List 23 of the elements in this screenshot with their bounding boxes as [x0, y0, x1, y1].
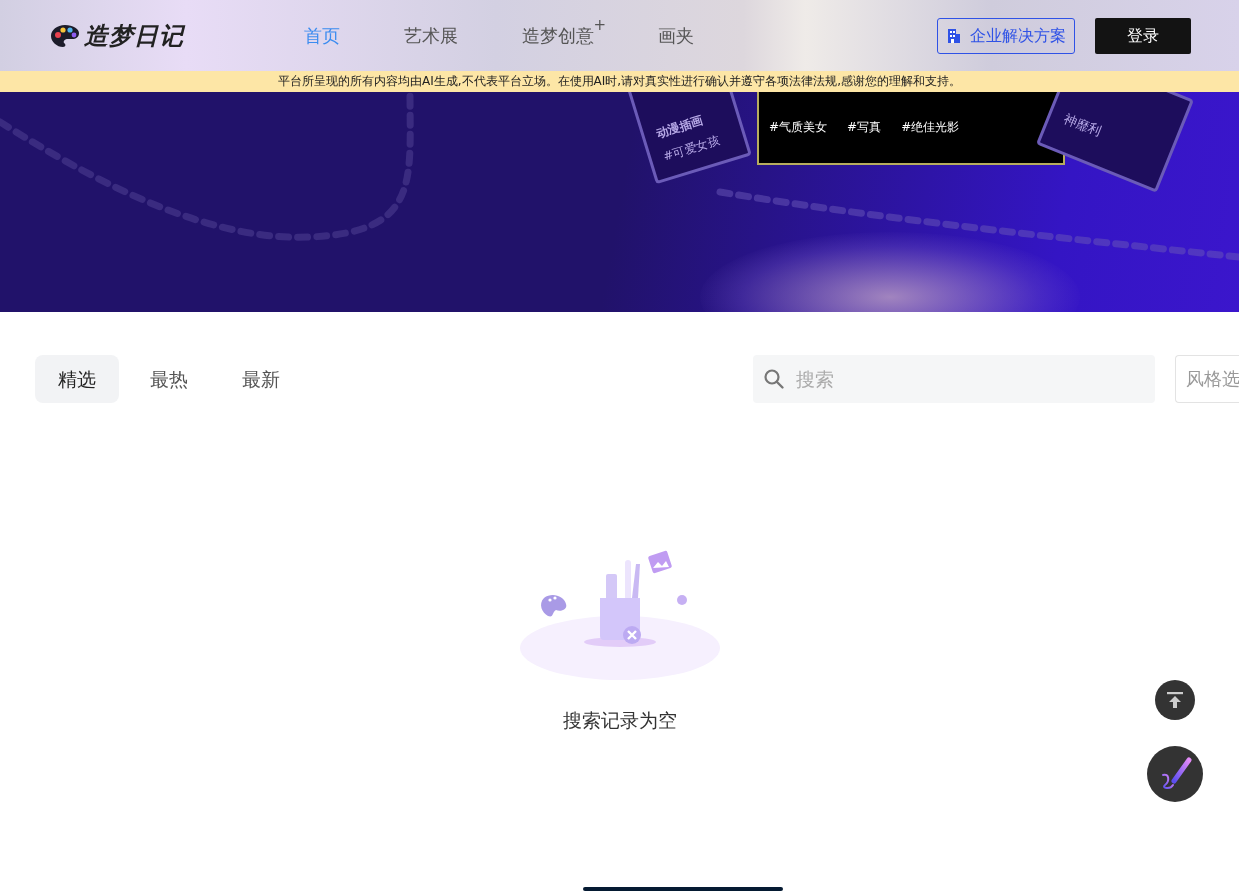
plus-mark: + [593, 15, 606, 34]
empty-message: 搜索记录为空 [562, 708, 677, 733]
filter-tab[interactable]: 最新 [219, 355, 303, 403]
artwork-card[interactable]: 神靡利 [1036, 92, 1194, 193]
filter-tab[interactable]: 最热 [127, 355, 211, 403]
brush-button[interactable] [1147, 746, 1203, 802]
notice-bar: 平台所呈现的所有内容均由AI生成,不代表平台立场。在使用AI时,请对真实性进行确认并遵守各项法律法规,感谢您的理解和支持。 [0, 71, 1239, 92]
nav-link[interactable]: 画夹 [658, 22, 694, 49]
tag-label: #写真 [847, 119, 882, 136]
building-icon [946, 27, 962, 44]
enterprise-solutions-button[interactable]: 企业解决方案 [937, 17, 1075, 54]
palette-icon [50, 22, 80, 49]
filter-tab[interactable]: 精选 [35, 355, 119, 403]
featured-artwork-card[interactable]: #气质美女 #写真 #绝佳光影 [757, 92, 1065, 165]
search-field[interactable]: 搜索 [753, 355, 1155, 403]
login-button[interactable]: 登录 [1095, 17, 1191, 54]
tag-label: #气质美女 [769, 119, 828, 136]
card-title: 动漫插画 [653, 112, 705, 141]
logo-text[interactable]: 造梦日记 [84, 17, 184, 54]
nav-link[interactable]: 艺术展 [404, 22, 458, 49]
back-to-top-button[interactable] [1155, 680, 1195, 720]
tag-label: #绝佳光影 [901, 119, 960, 136]
arrow-up-icon [1166, 691, 1184, 709]
